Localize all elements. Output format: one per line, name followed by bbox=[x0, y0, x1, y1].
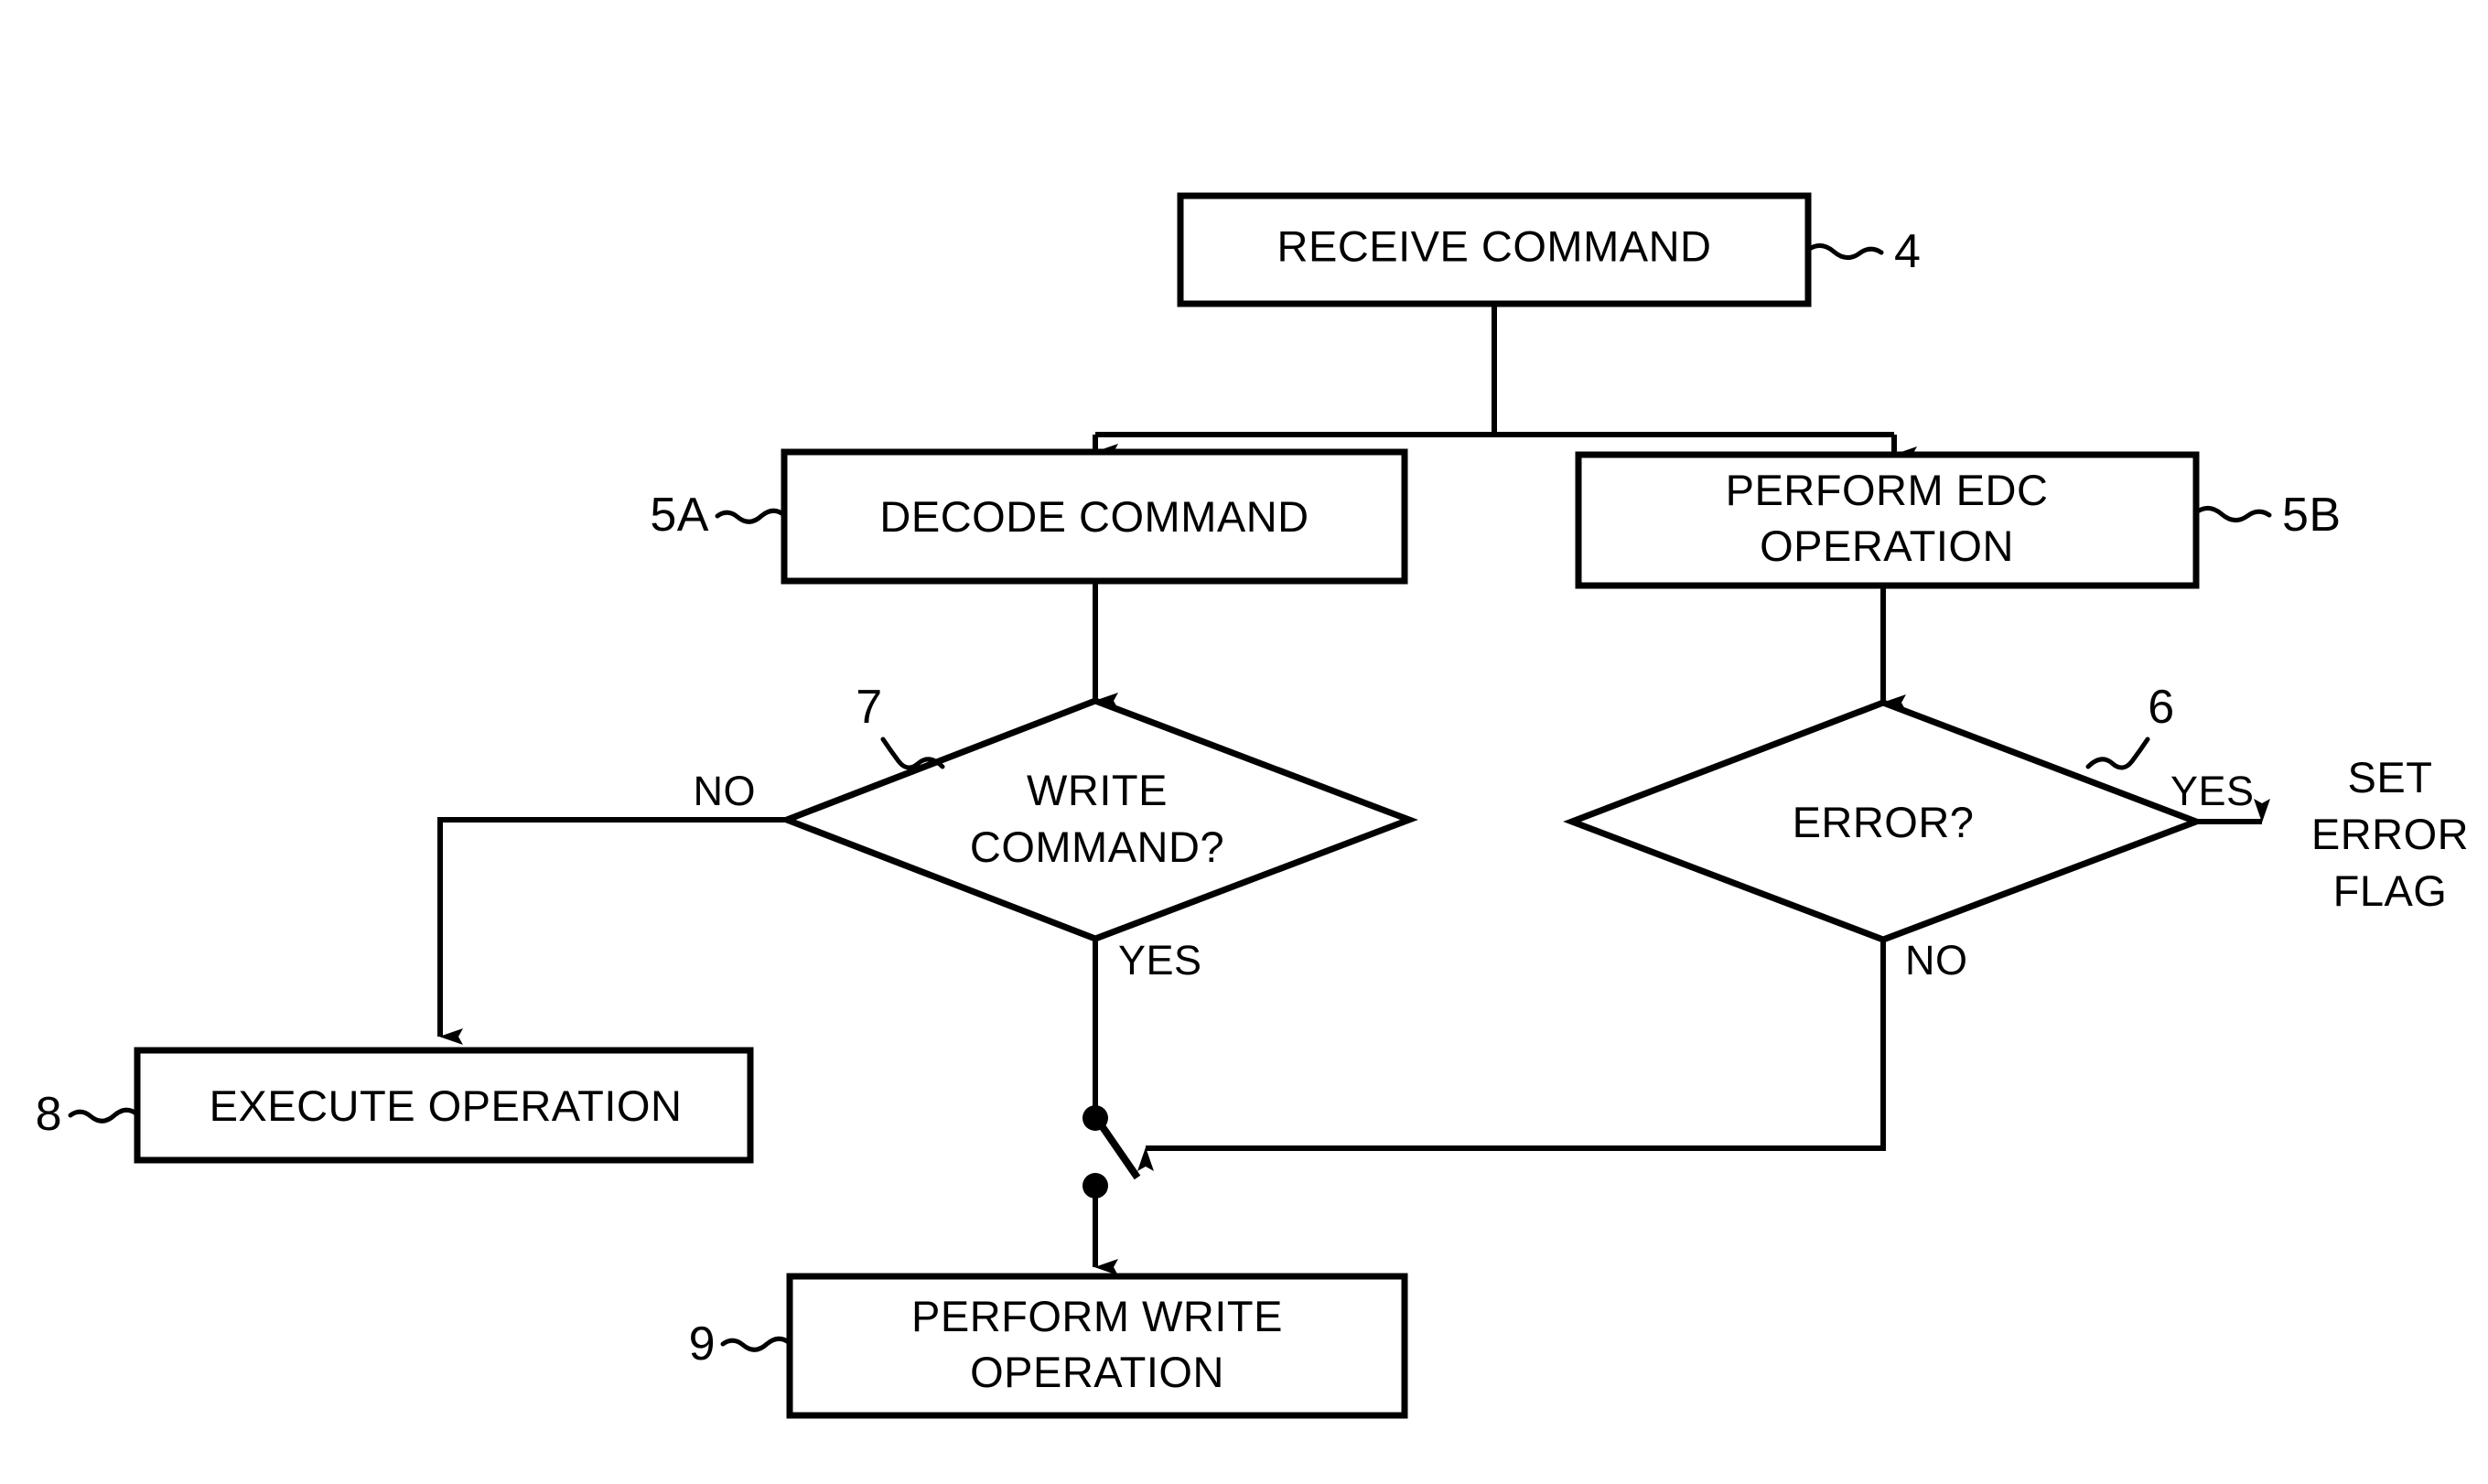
ref-9-label: 9 bbox=[689, 1317, 716, 1371]
perform-write-label-line2: OPERATION bbox=[970, 1348, 1224, 1396]
flowchart-canvas: RECEIVE COMMAND 4 DECODE COMMAND 5A PERF… bbox=[36, 192, 2469, 1419]
ref-callout-9: 9 bbox=[689, 1317, 792, 1371]
ref-callout-6: 6 bbox=[2085, 681, 2174, 770]
node-write-command-decision: WRITE COMMAND? bbox=[778, 697, 1418, 942]
conn-error-no-path bbox=[1155, 940, 1886, 1151]
ref-5b-label: 5B bbox=[2282, 489, 2342, 542]
ref-5a-squiggle bbox=[715, 508, 787, 524]
ref-6-squiggle bbox=[2085, 737, 2150, 770]
write-command-label-line1: WRITE bbox=[1027, 766, 1168, 814]
edge-label-error-no: NO bbox=[1905, 937, 1968, 984]
ref-5a-label: 5A bbox=[650, 489, 709, 542]
edge-label-write-command-yes: YES bbox=[1118, 937, 1202, 984]
ref-5b-squiggle bbox=[2193, 506, 2272, 522]
node-error-decision: ERROR? bbox=[1563, 699, 2205, 943]
ref-callout-5a: 5A bbox=[650, 489, 787, 542]
ref-9-squiggle bbox=[720, 1336, 792, 1352]
perform-edc-label-line2: OPERATION bbox=[1760, 522, 2014, 570]
ref-callout-4: 4 bbox=[1805, 225, 1921, 278]
node-receive-command: RECEIVE COMMAND bbox=[1177, 192, 1812, 307]
decode-command-label: DECODE COMMAND bbox=[879, 492, 1309, 541]
ref-7-label: 7 bbox=[856, 681, 882, 734]
node-execute-operation: EXECUTE OPERATION bbox=[134, 1047, 754, 1164]
branch-write-command-yes: YES bbox=[1082, 937, 1202, 1275]
connector-receive-split bbox=[1093, 304, 1917, 463]
ref-4-squiggle bbox=[1805, 243, 1884, 260]
write-command-diamond bbox=[778, 697, 1418, 942]
conn-write-no-to-execute bbox=[437, 817, 787, 1045]
branch-write-command-no: NO bbox=[437, 768, 787, 1045]
error-label: ERROR? bbox=[1793, 798, 1975, 846]
edge-label-error-yes: YES bbox=[2170, 768, 2255, 814]
ref-6-label: 6 bbox=[2148, 681, 2174, 734]
write-command-label-line2: COMMAND? bbox=[970, 823, 1224, 871]
node-perform-write: PERFORM WRITE OPERATION bbox=[786, 1273, 1408, 1419]
branch-error-no: NO bbox=[1137, 937, 1968, 1171]
set-error-flag-line2: ERROR bbox=[2311, 810, 2469, 858]
edge-label-write-command-no: NO bbox=[694, 768, 757, 814]
set-error-flag-line1: SET bbox=[2348, 753, 2433, 801]
perform-write-label-line1: PERFORM WRITE bbox=[911, 1292, 1283, 1340]
set-error-flag-line3: FLAG bbox=[2333, 866, 2448, 915]
receive-command-label: RECEIVE COMMAND bbox=[1277, 221, 1712, 270]
execute-operation-label: EXECUTE OPERATION bbox=[210, 1081, 683, 1130]
switch-arm-diagonal bbox=[1097, 1122, 1141, 1180]
ref-callout-5b: 5B bbox=[2193, 489, 2342, 542]
flowchart-figure: RECEIVE COMMAND 4 DECODE COMMAND 5A PERF… bbox=[0, 0, 2488, 1484]
ref-8-label: 8 bbox=[36, 1088, 62, 1141]
perform-edc-label-line1: PERFORM EDC bbox=[1726, 466, 2049, 514]
node-set-error-flag: SET ERROR FLAG bbox=[2311, 753, 2469, 915]
ref-4-label: 4 bbox=[1894, 225, 1921, 278]
ref-8-squiggle bbox=[68, 1107, 140, 1124]
node-perform-edc: PERFORM EDC OPERATION bbox=[1575, 451, 2200, 589]
ref-callout-8: 8 bbox=[36, 1088, 140, 1141]
ref-callout-7: 7 bbox=[856, 681, 945, 770]
node-decode-command: DECODE COMMAND bbox=[781, 448, 1408, 585]
branch-error-yes: YES bbox=[2170, 768, 2270, 824]
